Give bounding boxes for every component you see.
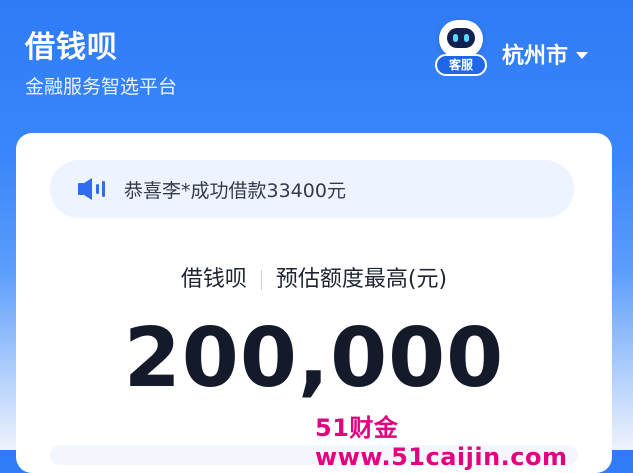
- app-title: 借钱呗: [25, 30, 118, 65]
- divider: [260, 270, 262, 290]
- quota-label: 预估额度最高(元): [275, 267, 448, 292]
- city-selector[interactable]: 杭州市: [502, 38, 589, 70]
- app-subtitle: 金融服务智选平台: [25, 76, 178, 98]
- quota-product-name: 借钱呗: [180, 267, 247, 292]
- watermark: 51财金www.51caijin.com: [315, 414, 568, 471]
- notice-bar: 恭喜李*成功借款33400元: [50, 160, 574, 218]
- customer-service-label: 客服: [435, 54, 487, 76]
- robot-icon: [439, 20, 483, 58]
- header: 借钱呗 金融服务智选平台 客服 杭州市: [0, 0, 633, 140]
- caret-down-icon: [576, 51, 589, 59]
- speaker-icon: [78, 178, 105, 200]
- customer-service-button[interactable]: 客服: [435, 20, 487, 76]
- quota-header: 借钱呗 预估额度最高(元): [16, 261, 612, 293]
- quota-amount: 200,000: [123, 311, 505, 406]
- city-name: 杭州市: [502, 44, 569, 69]
- notice-text: 恭喜李*成功借款33400元: [124, 180, 346, 202]
